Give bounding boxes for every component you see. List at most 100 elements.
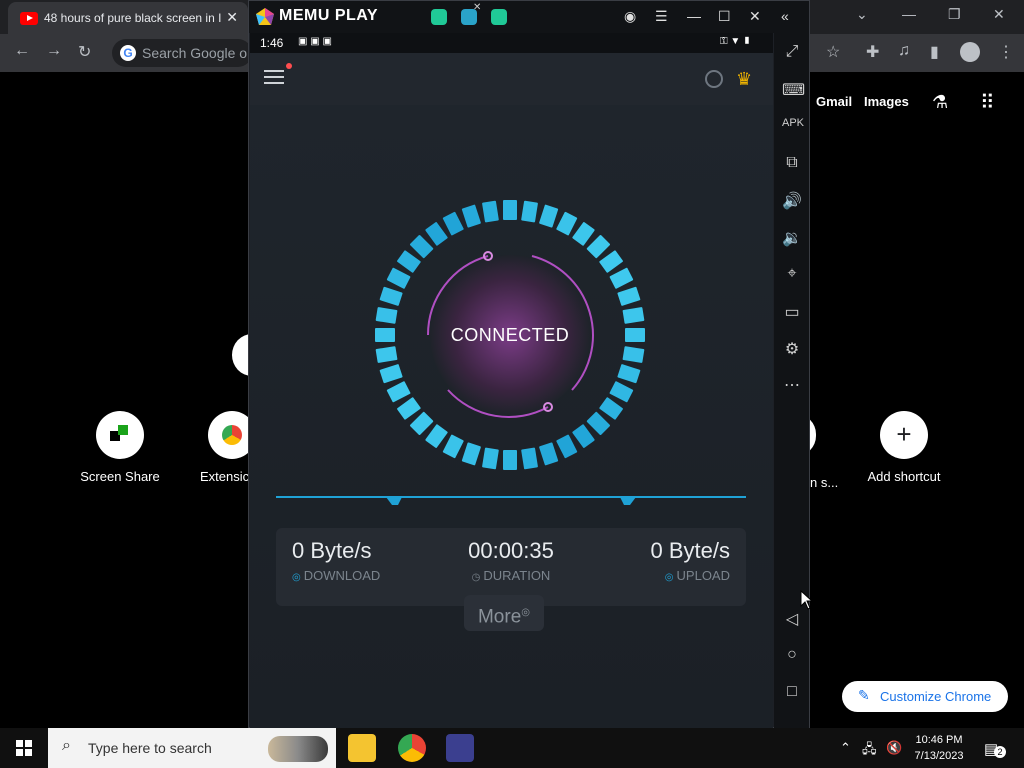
volume-down-icon[interactable]: 🔉: [782, 228, 802, 248]
status-icons: ▣ ▣ ▣: [298, 36, 332, 47]
reload-icon[interactable]: ↻: [78, 42, 91, 62]
vpn-main: CONNECTED 0 Byte/s ◎ DOWNLOAD 00:00:35 ◷ D…: [250, 105, 773, 728]
vpn-appbar: ♛: [250, 53, 773, 105]
tray-overflow-icon[interactable]: ⌃: [840, 740, 851, 756]
tab-search-icon[interactable]: ⌄: [856, 6, 868, 23]
minimize-icon[interactable]: —: [902, 6, 916, 22]
media-icon[interactable]: ♫: [898, 42, 910, 60]
fullscreen-icon[interactable]: ⤢: [782, 43, 802, 61]
extensions-icon[interactable]: ✚: [866, 42, 879, 62]
taskbar-clock[interactable]: 10:46 PM 7/13/2023: [905, 732, 973, 764]
bookmark-star-icon[interactable]: ☆: [826, 42, 840, 62]
android-screen: 1:46 ▣ ▣ ▣ ⚿ ▼ ▮ ♛ CONNECTED 0 Byte/s ◎ …: [250, 33, 773, 728]
upload-value: 0 Byte/s: [650, 538, 730, 563]
taskbar-search-box[interactable]: ⌕ Type here to search: [48, 728, 336, 768]
memu-app-name: MEMU PLAY: [279, 7, 379, 24]
account-icon[interactable]: ◉: [624, 8, 636, 25]
close-window-icon[interactable]: ✕: [993, 6, 1005, 23]
taskbar-search-placeholder: Type here to search: [88, 740, 212, 756]
memu-tab-3-icon[interactable]: [491, 9, 507, 25]
windows-start-icon[interactable]: [16, 740, 32, 756]
profile-avatar[interactable]: [960, 42, 980, 62]
location-icon[interactable]: ⌖: [782, 265, 802, 283]
volume-muted-icon[interactable]: 🔇: [886, 740, 902, 756]
network-icon[interactable]: 🖧: [862, 740, 877, 762]
memu-maximize-icon[interactable]: ☐: [718, 8, 731, 25]
gmail-link[interactable]: Gmail: [816, 94, 852, 109]
apk-icon[interactable]: APK: [782, 117, 804, 129]
memu-minimize-icon[interactable]: —: [687, 8, 701, 24]
memu-sidebar: ⤢ ⌨ APK ⧉ 🔊 🔉 ⌖ ▭ ⚙ ⋯ ◁ ○ □: [774, 33, 809, 728]
nav-home-icon[interactable]: ○: [782, 646, 802, 664]
keyboard-icon[interactable]: ⌨: [782, 80, 805, 100]
volume-up-icon[interactable]: 🔊: [782, 191, 802, 211]
customize-label: Customize Chrome: [880, 689, 992, 704]
labs-icon[interactable]: ⚗: [932, 92, 948, 113]
shortcut-extensions[interactable]: Extensic: [192, 411, 252, 484]
search-highlight-image: [268, 736, 328, 762]
windows-taskbar: ⌕ Type here to search ⌃ 🖧 🔇 10:46 PM 7/1…: [0, 728, 1024, 768]
notification-dot: [286, 63, 292, 69]
divider-line: [276, 496, 746, 505]
memu-window: MEMU PLAY ✕ ◉ ☰ — ☐ ✕ « ⤢ ⌨ APK ⧉ 🔊 🔉 ⌖ …: [248, 0, 810, 728]
download-stat: 0 Byte/s ◎ DOWNLOAD: [292, 538, 442, 583]
omnibox[interactable]: G Search Google or: [112, 39, 252, 67]
connection-ring[interactable]: CONNECTED: [370, 195, 650, 475]
customize-chrome-button[interactable]: ✎ Customize Chrome: [842, 681, 1008, 712]
download-icon: ◎: [292, 572, 301, 583]
youtube-icon: [20, 12, 38, 25]
settings-icon[interactable]: ⚙: [782, 339, 802, 359]
shortcut-screen-share[interactable]: Screen Share: [80, 411, 160, 484]
chrome-tab-youtube[interactable]: 48 hours of pure black screen in I ✕: [8, 2, 248, 34]
apps-grid-icon[interactable]: ⠿: [980, 90, 995, 115]
android-time: 1:46: [260, 36, 284, 50]
memu-tab-1-icon[interactable]: [431, 9, 447, 25]
download-label: DOWNLOAD: [303, 568, 381, 583]
upload-icon: ◎: [664, 572, 674, 583]
mouse-cursor-icon: [800, 590, 814, 610]
collapse-sidebar-icon[interactable]: «: [781, 8, 789, 24]
memu-titlebar: MEMU PLAY ✕ ◉ ☰ — ☐ ✕ «: [249, 1, 809, 33]
restore-icon[interactable]: ❐: [948, 6, 961, 23]
nav-back-icon[interactable]: ◁: [782, 609, 802, 629]
globe-icon[interactable]: [705, 70, 723, 88]
hamburger-menu-icon[interactable]: [264, 70, 284, 84]
file-explorer-icon[interactable]: [348, 734, 376, 762]
shortcut-label: n s...: [810, 475, 839, 490]
clock-time: 10:46 PM: [915, 734, 963, 746]
search-icon: ⌕: [62, 737, 71, 754]
tab-title: 48 hours of pure black screen in I: [44, 11, 222, 25]
crown-icon[interactable]: ♛: [736, 69, 752, 90]
screen-share-icon: [96, 411, 144, 459]
nav-recents-icon[interactable]: □: [782, 683, 802, 701]
notification-count: 2: [994, 746, 1006, 758]
omnibox-placeholder: Search Google or: [142, 45, 252, 61]
memu-menu-icon[interactable]: ☰: [655, 8, 668, 25]
clock-icon: ◷: [471, 572, 481, 583]
duration-stat: 00:00:35 ◷ DURATION: [436, 538, 586, 583]
memu-taskbar-icon[interactable]: [446, 734, 474, 762]
memu-close-icon[interactable]: ✕: [749, 8, 761, 25]
chrome-web-store-icon: [208, 411, 252, 459]
android-statusbar: 1:46 ▣ ▣ ▣ ⚿ ▼ ▮: [250, 33, 773, 53]
close-tab-icon[interactable]: ✕: [226, 9, 238, 26]
multi-instance-icon[interactable]: ⧉: [782, 154, 802, 172]
more-options-icon[interactable]: ⋯: [782, 375, 802, 395]
more-label: More: [477, 606, 522, 628]
google-icon: G: [120, 45, 136, 61]
memu-tab-close-icon[interactable]: ✕: [473, 2, 481, 13]
folder-icon[interactable]: ▭: [782, 302, 802, 322]
pencil-icon: ✎: [858, 687, 870, 703]
side-panel-icon[interactable]: ▮: [930, 42, 939, 62]
more-button[interactable]: More◎: [464, 595, 544, 631]
forward-icon[interactable]: →: [46, 42, 62, 60]
chrome-menu-icon[interactable]: ⋮: [998, 42, 1014, 62]
download-value: 0 Byte/s: [292, 538, 372, 563]
plus-icon: +: [880, 411, 928, 459]
upload-label: UPLOAD: [676, 568, 730, 583]
chrome-taskbar-icon[interactable]: [398, 734, 426, 762]
images-link[interactable]: Images: [864, 94, 909, 109]
duration-value: 00:00:35: [468, 538, 554, 563]
shortcut-add[interactable]: + Add shortcut: [864, 411, 944, 484]
back-icon[interactable]: ←: [14, 42, 30, 60]
